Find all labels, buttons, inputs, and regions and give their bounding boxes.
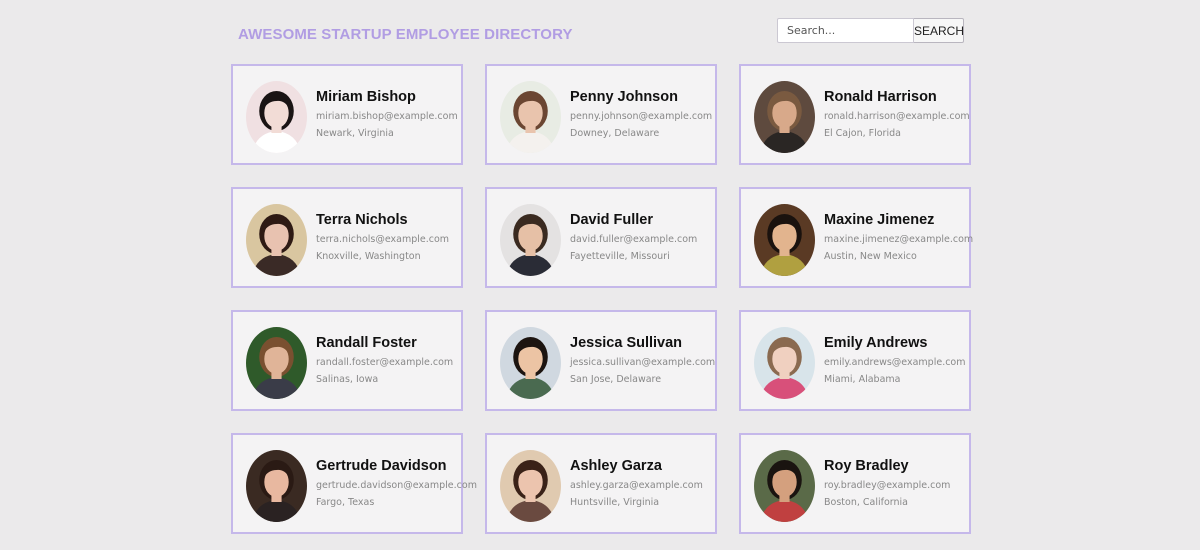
employee-name: Miriam Bishop	[316, 89, 416, 105]
employee-email: ronald.harrison@example.com	[824, 111, 970, 122]
employee-name: Ronald Harrison	[824, 89, 937, 105]
employee-email: emily.andrews@example.com	[824, 357, 966, 368]
employee-name: Roy Bradley	[824, 458, 909, 474]
avatar	[246, 204, 307, 276]
avatar	[754, 81, 815, 153]
employee-card[interactable]: Gertrude Davidson gertrude.davidson@examp…	[231, 433, 477, 534]
employee-email: david.fuller@example.com	[570, 234, 698, 245]
employee-card[interactable]: Randall Foster randall.foster@example.com…	[231, 310, 463, 411]
avatar	[754, 204, 815, 276]
employee-name: Penny Johnson	[570, 89, 678, 105]
employee-email: ashley.garza@example.com	[570, 480, 703, 491]
employee-card[interactable]: Roy Bradley roy.bradley@example.com Boston…	[739, 433, 971, 534]
employee-location: San Jose, Delaware	[570, 374, 662, 385]
employee-email: roy.bradley@example.com	[824, 480, 951, 491]
avatar	[500, 204, 561, 276]
employee-email: maxine.jimenez@example.com	[824, 234, 974, 245]
employee-card[interactable]: Ashley Garza ashley.garza@example.com Hunt…	[485, 433, 717, 534]
employee-email: penny.johnson@example.com	[570, 111, 713, 122]
employee-card[interactable]: Emily Andrews emily.andrews@example.com Mi…	[739, 310, 971, 411]
employee-name: Gertrude Davidson	[316, 458, 447, 474]
employee-email: gertrude.davidson@example.com	[316, 480, 477, 491]
employee-name: David Fuller	[570, 212, 653, 228]
employee-name: Maxine Jimenez	[824, 212, 935, 228]
employee-card[interactable]: Terra Nichols terra.nichols@example.com Kn…	[231, 187, 463, 288]
employee-location: Boston, California	[824, 497, 908, 508]
employee-card[interactable]: Miriam Bishop miriam.bishop@example.com Ne…	[231, 64, 463, 165]
avatar	[754, 450, 815, 522]
employee-location: Fargo, Texas	[316, 497, 375, 508]
avatar	[246, 81, 307, 153]
employee-card[interactable]: David Fuller david.fuller@example.com Faye…	[485, 187, 717, 288]
search-button[interactable]: SEARCH	[914, 18, 964, 43]
avatar	[754, 327, 815, 399]
employee-card[interactable]: Jessica Sullivan jessica.sullivan@example…	[485, 310, 717, 411]
employee-location: Downey, Delaware	[570, 128, 660, 139]
page-title: AWESOME STARTUP EMPLOYEE DIRECTORY	[238, 26, 573, 43]
avatar	[500, 450, 561, 522]
employee-location: Austin, New Mexico	[824, 251, 917, 262]
avatar	[500, 81, 561, 153]
employee-location: Miami, Alabama	[824, 374, 901, 385]
employee-location: Newark, Virginia	[316, 128, 394, 139]
employee-location: Huntsville, Virginia	[570, 497, 660, 508]
employee-location: Knoxville, Washington	[316, 251, 421, 262]
avatar	[246, 450, 307, 522]
employee-name: Ashley Garza	[570, 458, 662, 474]
search-input[interactable]	[777, 18, 914, 43]
search-form: SEARCH	[777, 18, 964, 43]
employee-card[interactable]: Penny Johnson penny.johnson@example.com Do…	[485, 64, 717, 165]
employee-email: miriam.bishop@example.com	[316, 111, 458, 122]
employee-directory-page: AWESOME STARTUP EMPLOYEE DIRECTORY SEARC…	[0, 0, 1200, 550]
employee-location: Fayetteville, Missouri	[570, 251, 670, 262]
avatar	[246, 327, 307, 399]
employee-name: Randall Foster	[316, 335, 417, 351]
employee-name: Terra Nichols	[316, 212, 408, 228]
employee-card[interactable]: Maxine Jimenez maxine.jimenez@example.com…	[739, 187, 974, 288]
employee-location: Salinas, Iowa	[316, 374, 379, 385]
employee-card[interactable]: Ronald Harrison ronald.harrison@example.c…	[739, 64, 971, 165]
employee-location: El Cajon, Florida	[824, 128, 901, 139]
employee-email: jessica.sullivan@example.com	[570, 357, 716, 368]
avatar	[500, 327, 561, 399]
employee-email: randall.foster@example.com	[316, 357, 454, 368]
employee-name: Jessica Sullivan	[570, 335, 683, 351]
employee-name: Emily Andrews	[824, 335, 928, 351]
employee-email: terra.nichols@example.com	[316, 234, 450, 245]
employee-gallery: Miriam Bishop miriam.bishop@example.com Ne…	[231, 64, 974, 534]
